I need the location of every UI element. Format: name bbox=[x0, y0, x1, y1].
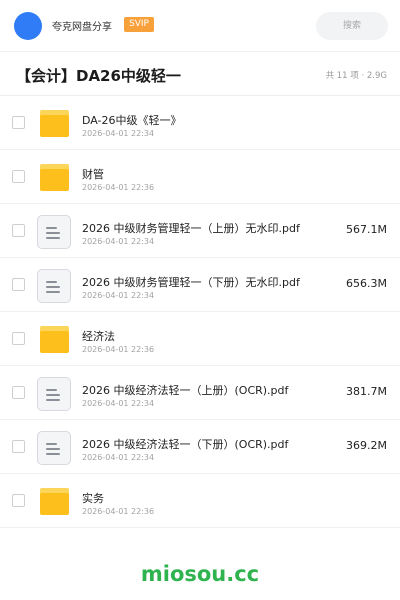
file-date: 2026-04-01 22:34 bbox=[82, 237, 155, 246]
select-checkbox[interactable] bbox=[12, 116, 25, 129]
file-name[interactable]: 2026 中级财务管理轻一（上册）无水印.pdf bbox=[82, 220, 300, 236]
select-checkbox[interactable] bbox=[12, 386, 25, 399]
select-checkbox[interactable] bbox=[12, 224, 25, 237]
document-icon bbox=[37, 431, 71, 465]
list-item[interactable]: 2026 中级财务管理轻一（下册）无水印.pdf 2026-04-01 22:3… bbox=[0, 258, 400, 312]
file-date: 2026-04-01 22:34 bbox=[82, 291, 155, 300]
file-date: 2026-04-01 22:34 bbox=[82, 399, 155, 408]
file-date: 2026-04-01 22:34 bbox=[82, 129, 155, 138]
share-title-bar: 【会计】DA26中级轻一 共 11 项 · 2.9G bbox=[0, 52, 400, 96]
file-name[interactable]: 2026 中级财务管理轻一（下册）无水印.pdf bbox=[82, 274, 300, 290]
file-name[interactable]: DA-26中级《轻一》 bbox=[82, 112, 182, 128]
file-name[interactable]: 经济法 bbox=[82, 328, 115, 344]
list-item[interactable]: 经济法 2026-04-01 22:36 bbox=[0, 312, 400, 366]
file-size: 381.7M bbox=[346, 385, 387, 398]
avatar[interactable] bbox=[14, 12, 42, 40]
list-item[interactable]: 财管 2026-04-01 22:36 bbox=[0, 150, 400, 204]
watermark: miosou.cc bbox=[140, 562, 260, 586]
document-icon bbox=[37, 215, 71, 249]
file-list: DA-26中级《轻一》 2026-04-01 22:34 财管 2026-04-… bbox=[0, 96, 400, 528]
folder-icon bbox=[37, 107, 71, 141]
file-size: 567.1M bbox=[346, 223, 387, 236]
app-name: 夸克网盘分享 bbox=[52, 22, 112, 33]
share-meta: 共 11 项 · 2.9G bbox=[325, 71, 387, 81]
list-item[interactable]: 2026 中级经济法轻一（下册）(OCR).pdf 2026-04-01 22:… bbox=[0, 420, 400, 474]
select-checkbox[interactable] bbox=[12, 170, 25, 183]
list-item[interactable]: 实务 2026-04-01 22:36 bbox=[0, 474, 400, 528]
file-name[interactable]: 实务 bbox=[82, 490, 104, 506]
select-checkbox[interactable] bbox=[12, 332, 25, 345]
page-title: 【会计】DA26中级轻一 bbox=[16, 67, 181, 85]
select-checkbox[interactable] bbox=[12, 440, 25, 453]
file-date: 2026-04-01 22:36 bbox=[82, 183, 155, 192]
file-size: 369.2M bbox=[346, 439, 387, 452]
list-item[interactable]: 2026 中级经济法轻一（上册）(OCR).pdf 2026-04-01 22:… bbox=[0, 366, 400, 420]
file-date: 2026-04-01 22:36 bbox=[82, 507, 155, 516]
file-name[interactable]: 财管 bbox=[82, 166, 104, 182]
list-item[interactable]: DA-26中级《轻一》 2026-04-01 22:34 bbox=[0, 96, 400, 150]
file-name[interactable]: 2026 中级经济法轻一（下册）(OCR).pdf bbox=[82, 436, 288, 452]
file-size: 656.3M bbox=[346, 277, 387, 290]
file-date: 2026-04-01 22:34 bbox=[82, 453, 155, 462]
list-item[interactable]: 2026 中级财务管理轻一（上册）无水印.pdf 2026-04-01 22:3… bbox=[0, 204, 400, 258]
file-name[interactable]: 2026 中级经济法轻一（上册）(OCR).pdf bbox=[82, 382, 288, 398]
document-icon bbox=[37, 269, 71, 303]
select-checkbox[interactable] bbox=[12, 494, 25, 507]
folder-icon bbox=[37, 161, 71, 195]
search-button[interactable]: 搜索 bbox=[316, 12, 388, 40]
folder-icon bbox=[37, 485, 71, 519]
file-date: 2026-04-01 22:36 bbox=[82, 345, 155, 354]
document-icon bbox=[37, 377, 71, 411]
select-checkbox[interactable] bbox=[12, 278, 25, 291]
folder-icon bbox=[37, 323, 71, 357]
svip-badge[interactable]: SVIP bbox=[124, 17, 154, 32]
top-header: 夸克网盘分享 SVIP 搜索 bbox=[0, 0, 400, 52]
